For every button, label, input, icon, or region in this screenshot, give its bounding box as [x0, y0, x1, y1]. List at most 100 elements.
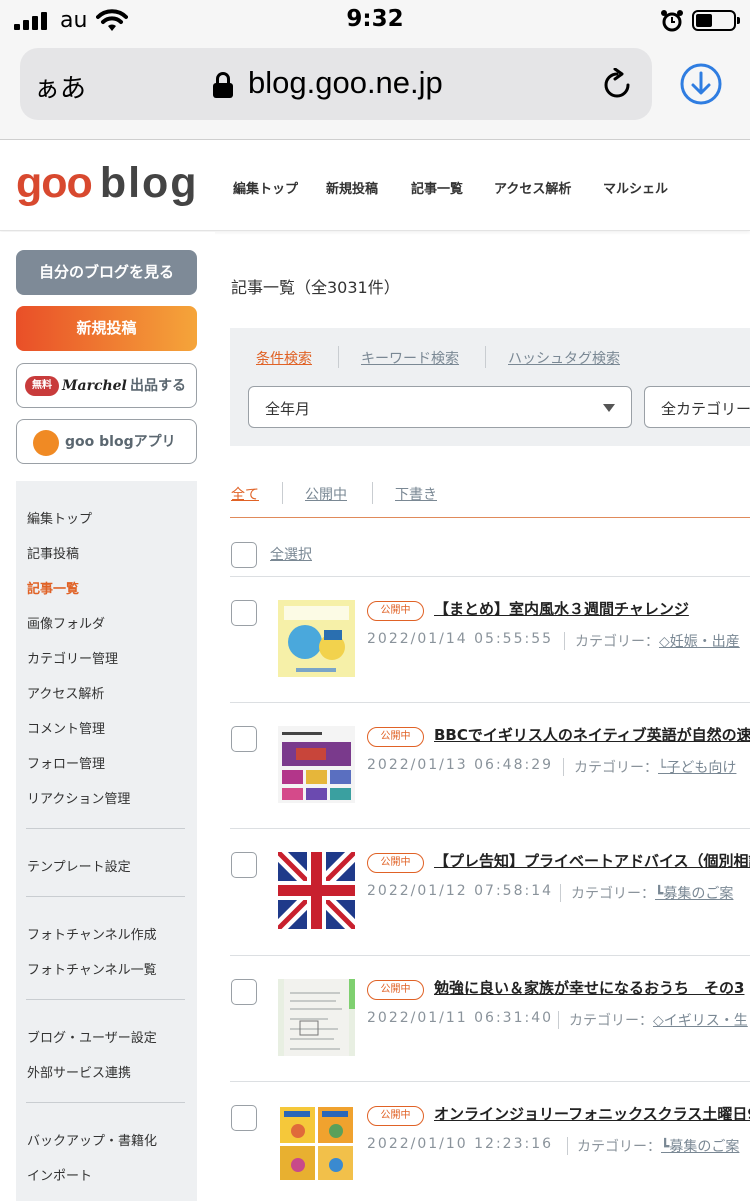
list-item: 公開中 【プレ告知】プライベートアドバイス（個別相談） 2022/01/12 0… [230, 828, 750, 954]
sidebar-item-post[interactable]: 記事投稿 [27, 543, 79, 562]
sidebar-menu: 編集トップ 記事投稿 記事一覧 画像フォルダ カテゴリー管理 アクセス解析 コメ… [16, 481, 197, 1201]
site-header: goo blog 編集トップ 新規投稿 記事一覧 アクセス解析 マルシェル [0, 141, 750, 231]
article-date: 2022/01/13 06:48:29 [367, 757, 554, 773]
page-title: 記事一覧（全3031件） [231, 278, 400, 297]
article-thumbnail[interactable] [278, 600, 355, 677]
divider [563, 758, 564, 776]
filter-published[interactable]: 公開中 [305, 484, 347, 504]
sidebar-item-access[interactable]: アクセス解析 [27, 683, 104, 702]
view-blog-button[interactable]: 自分のブログを見る [16, 250, 197, 295]
sidebar-item-edit-top[interactable]: 編集トップ [27, 508, 92, 527]
divider [282, 482, 283, 504]
divider [372, 482, 373, 504]
tab-condition-search[interactable]: 条件検索 [256, 348, 312, 368]
divider [567, 1137, 568, 1155]
sidebar: 自分のブログを見る 新規投稿 無料 Marchel 出品する goo blogア… [0, 232, 215, 1201]
article-thumbnail[interactable] [278, 726, 355, 803]
article-category: カテゴリー：┗募集のご案 [577, 1139, 740, 1155]
article-date: 2022/01/11 06:31:40 [367, 1010, 554, 1026]
article-thumbnail[interactable] [278, 852, 355, 929]
category-link[interactable]: ┗募集のご案 [655, 886, 733, 902]
sidebar-item-reaction[interactable]: リアクション管理 [27, 788, 130, 807]
goo-blog-logo[interactable]: goo blog [16, 159, 199, 208]
article-title[interactable]: 勉強に良い＆家族が幸せになるおうち その3 [434, 977, 744, 998]
divider [26, 828, 185, 829]
divider [26, 999, 185, 1000]
year-month-select[interactable]: 全年月 [248, 386, 632, 428]
sidebar-item-template[interactable]: テンプレート設定 [27, 856, 131, 875]
reload-icon[interactable] [600, 68, 634, 102]
alarm-icon [661, 10, 683, 32]
filter-all[interactable]: 全て [231, 484, 259, 504]
article-title[interactable]: 【プレ告知】プライベートアドバイス（個別相談） [434, 850, 750, 871]
category-link[interactable]: ┗募集のご案 [661, 1139, 739, 1155]
list-item: 公開中 BBCでイギリス人のネイティブ英語が自然の速 2022/01/13 06… [230, 702, 750, 828]
article-category: カテゴリー：◇妊娠・出産 [575, 634, 740, 650]
address-bar[interactable]: ぁあ blog.goo.ne.jp [20, 48, 652, 120]
sidebar-item-comments[interactable]: コメント管理 [27, 718, 105, 737]
divider [485, 346, 486, 368]
article-title[interactable]: 【まとめ】室内風水３週間チャレンジ [434, 598, 689, 619]
article-title[interactable]: BBCでイギリス人のネイティブ英語が自然の速 [434, 724, 750, 745]
article-checkbox[interactable] [231, 600, 257, 626]
article-date: 2022/01/12 07:58:14 [367, 883, 554, 899]
status-badge: 公開中 [367, 1106, 424, 1126]
list-item: 公開中 オンラインジョリーフォニックスクラス土曜日9 2022/01/10 12… [230, 1081, 750, 1201]
app-pencil-icon [33, 430, 59, 456]
status-badge: 公開中 [367, 853, 424, 873]
url-text[interactable]: blog.goo.ne.jp [248, 65, 443, 101]
category-link[interactable]: ◇妊娠・出産 [659, 634, 740, 650]
select-all-checkbox[interactable] [231, 542, 257, 568]
article-date: 2022/01/14 05:55:55 [367, 631, 554, 647]
sidebar-item-photo-create[interactable]: フォトチャンネル作成 [27, 924, 157, 943]
divider [558, 1011, 559, 1029]
filter-draft[interactable]: 下書き [395, 484, 437, 504]
sidebar-item-external[interactable]: 外部サービス連携 [27, 1062, 131, 1081]
article-category: カテゴリー：┗募集のご案 [571, 886, 734, 902]
category-select[interactable]: 全カテゴリー [644, 386, 750, 428]
article-checkbox[interactable] [231, 1105, 257, 1131]
divider [230, 517, 750, 518]
nav-marchel[interactable]: マルシェル [603, 178, 668, 197]
nav-edit-top[interactable]: 編集トップ [233, 178, 298, 197]
browser-toolbar: ぁあ blog.goo.ne.jp [0, 44, 750, 140]
status-badge: 公開中 [367, 727, 424, 747]
sidebar-item-user-settings[interactable]: ブログ・ユーザー設定 [27, 1027, 157, 1046]
search-panel: 条件検索 キーワード検索 ハッシュタグ検索 全年月 全カテゴリー [230, 328, 750, 446]
tab-keyword-search[interactable]: キーワード検索 [361, 348, 459, 368]
tab-hashtag-search[interactable]: ハッシュタグ検索 [508, 348, 620, 368]
nav-access-analysis[interactable]: アクセス解析 [494, 178, 571, 197]
sidebar-item-photo-list[interactable]: フォトチャンネル一覧 [27, 959, 157, 978]
sidebar-item-category[interactable]: カテゴリー管理 [27, 648, 118, 667]
app-label: goo blogアプリ [65, 434, 176, 450]
sidebar-item-article-list[interactable]: 記事一覧 [27, 578, 79, 597]
marche-button[interactable]: 無料 Marchel 出品する [16, 363, 197, 408]
article-title[interactable]: オンラインジョリーフォニックスクラス土曜日9 [434, 1103, 750, 1124]
sidebar-item-image-folder[interactable]: 画像フォルダ [27, 613, 105, 632]
article-checkbox[interactable] [231, 979, 257, 1005]
category-link[interactable]: └子ども向け [658, 760, 736, 776]
nav-article-list[interactable]: 記事一覧 [411, 178, 463, 197]
select-all-link[interactable]: 全選択 [270, 544, 312, 564]
divider [564, 632, 565, 650]
list-item: 公開中 【まとめ】室内風水３週間チャレンジ 2022/01/14 05:55:5… [230, 576, 750, 702]
article-checkbox[interactable] [231, 852, 257, 878]
divider [26, 1102, 185, 1103]
article-date: 2022/01/10 12:23:16 [367, 1136, 554, 1152]
category-link[interactable]: ◇イギリス・生 [653, 1013, 748, 1029]
new-post-button[interactable]: 新規投稿 [16, 306, 197, 351]
sidebar-item-backup[interactable]: バックアップ・書籍化 [27, 1130, 157, 1149]
nav-new-post[interactable]: 新規投稿 [326, 178, 378, 197]
sidebar-item-follow[interactable]: フォロー管理 [27, 753, 105, 772]
text-size-button[interactable]: ぁあ [34, 68, 86, 105]
sidebar-item-import[interactable]: インポート [27, 1165, 92, 1184]
download-icon[interactable] [679, 62, 723, 106]
goo-blog-app-button[interactable]: goo blogアプリ [16, 419, 197, 464]
status-bar: au 9:32 [0, 0, 750, 44]
article-thumbnail[interactable] [278, 1105, 355, 1182]
article-thumbnail[interactable] [278, 979, 355, 1056]
article-checkbox[interactable] [231, 726, 257, 752]
status-badge: 公開中 [367, 601, 424, 621]
status-badge: 公開中 [367, 980, 424, 1000]
marche-cta: 出品する [130, 378, 186, 394]
